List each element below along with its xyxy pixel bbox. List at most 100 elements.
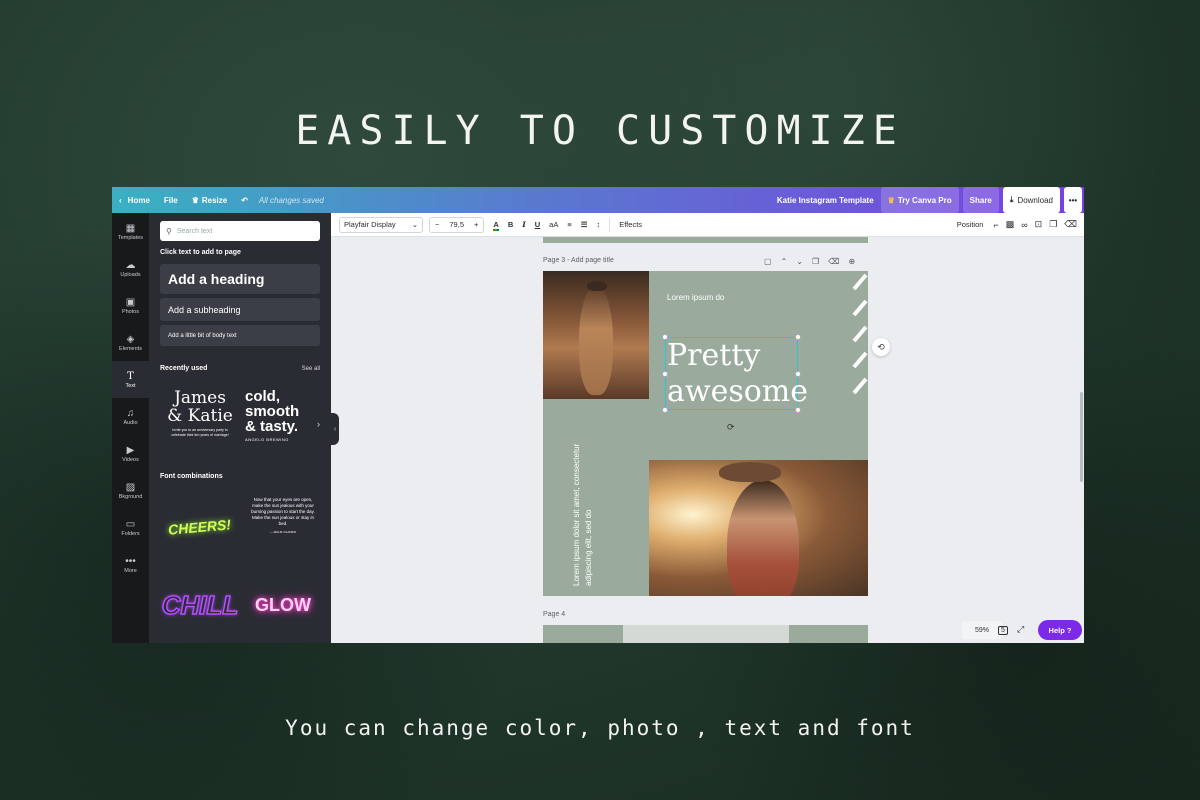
add-page-icon[interactable]: ⊕	[848, 257, 855, 266]
resize-handle[interactable]	[662, 407, 668, 413]
rotate-icon[interactable]: ⟳	[727, 422, 735, 433]
design-title[interactable]: Katie Instagram Template	[770, 187, 881, 213]
more-options-button[interactable]: •••	[1064, 187, 1082, 213]
rail-text[interactable]: T Text	[112, 361, 149, 398]
letter-case-button[interactable]: aA	[549, 220, 558, 229]
resize-handle[interactable]	[795, 334, 801, 340]
rail-label: Folders	[121, 530, 140, 537]
text-toolbar: Playfair Display ⌄ − 79,5 + A B I U aA ≡…	[331, 213, 1084, 237]
video-icon: ▶	[126, 444, 135, 456]
see-all-link[interactable]: See all	[302, 366, 320, 372]
font-thumb-chill[interactable]: CHILL	[161, 573, 239, 637]
rail-audio[interactable]: ♫ Audio	[112, 398, 149, 435]
thumb-text: & Katie	[167, 406, 233, 426]
page-4-canvas[interactable]	[543, 625, 868, 643]
italic-button[interactable]: I	[522, 220, 526, 229]
rail-videos[interactable]: ▶ Videos	[112, 435, 149, 472]
help-button[interactable]: Help ?	[1038, 620, 1082, 640]
duplicate-page-icon[interactable]: ❐	[812, 257, 819, 266]
chevron-up-icon[interactable]: ⌃	[781, 257, 788, 266]
home-button[interactable]: ‹ Home	[112, 187, 157, 213]
rail-label: Templates	[117, 234, 144, 241]
thumb-text: Now that your eyes are open, make the su…	[251, 497, 315, 526]
undo-button[interactable]: ↶	[234, 187, 255, 213]
font-thumb-cold-smooth[interactable]: cold, smooth & tasty. ANGELO BREWING	[245, 389, 321, 469]
resize-handle[interactable]	[795, 407, 801, 413]
rail-folders[interactable]: ▭ Folders	[112, 509, 149, 546]
lorem-top-text[interactable]: Lorem ipsum do	[667, 293, 724, 302]
resize-handle[interactable]	[795, 371, 801, 377]
page-4-title[interactable]: Page 4	[543, 611, 565, 618]
rail-elements[interactable]: ◈ Elements	[112, 324, 149, 361]
resize-handle[interactable]	[662, 334, 668, 340]
link-icon[interactable]: ∞	[1021, 220, 1027, 230]
delete-page-icon[interactable]: ⌫	[828, 257, 839, 266]
font-size-increase[interactable]: +	[469, 220, 483, 229]
page-3-canvas[interactable]: Lorem ipsum do Pretty awesome ⟳ Lorem ip…	[543, 271, 868, 596]
rail-templates[interactable]: ▦ Templates	[112, 213, 149, 250]
zoom-level[interactable]: 59%	[962, 621, 1002, 639]
rail-background[interactable]: ▨ Bkground	[112, 472, 149, 509]
page-4-photo[interactable]	[623, 625, 789, 643]
rail-uploads[interactable]: ☁ Uploads	[112, 250, 149, 287]
list-icon[interactable]: ☰	[581, 220, 588, 229]
font-thumb-sun-quote[interactable]: Now that your eyes are open, make the su…	[245, 497, 321, 557]
add-heading-button[interactable]: Add a heading	[160, 264, 320, 294]
try-canva-pro-button[interactable]: ♛ Try Canva Pro	[880, 187, 959, 213]
font-size-decrease[interactable]: −	[430, 220, 444, 229]
recently-used-label: Recently used	[160, 365, 208, 372]
add-body-button[interactable]: Add a little bit of body text	[160, 325, 320, 346]
rail-photos[interactable]: ▣ Photos	[112, 287, 149, 324]
photo-figure	[579, 285, 613, 395]
refresh-icon[interactable]: ⟲	[872, 338, 890, 356]
file-menu[interactable]: File	[157, 187, 185, 213]
search-input[interactable]: ⚲ Search text	[160, 221, 320, 241]
text-color-button[interactable]: A	[493, 220, 499, 231]
resize-button[interactable]: ♛ Resize	[185, 187, 235, 213]
diagonal-stripes-decoration	[852, 273, 868, 395]
rail-label: Uploads	[120, 271, 141, 278]
selected-heading-text[interactable]: Pretty awesome	[662, 334, 808, 413]
font-thumb-glow[interactable]: GLOW	[245, 573, 321, 637]
download-button[interactable]: ⤓ Download	[1002, 187, 1060, 213]
font-thumb-james-katie[interactable]: James & Katie Invite you to an anniversa…	[161, 389, 239, 469]
upload-icon: ☁	[125, 259, 136, 271]
photo-icon: ▣	[125, 296, 136, 308]
lock-icon[interactable]: ⊡	[1035, 219, 1043, 230]
bold-button[interactable]: B	[508, 220, 513, 229]
duplicate-icon[interactable]: ❐	[1049, 219, 1057, 230]
font-size-value[interactable]: 79,5	[444, 220, 469, 229]
note-icon[interactable]: ▢	[764, 257, 772, 266]
font-family-select[interactable]: Playfair Display ⌄	[339, 216, 423, 233]
text-icon: T	[127, 370, 134, 382]
canvas-scrollbar[interactable]	[1080, 392, 1083, 482]
crown-icon: ♛	[191, 195, 199, 205]
text-panel: ⚲ Search text Click text to add to page …	[149, 213, 331, 643]
page-3-title[interactable]: Page 3 - Add page title	[543, 257, 614, 264]
effects-button[interactable]: Effects	[619, 220, 642, 229]
underline-button[interactable]: U	[535, 220, 540, 229]
page-count-icon[interactable]: 5	[998, 624, 1008, 635]
woman-hat-photo[interactable]	[543, 271, 649, 399]
font-thumb-cheers[interactable]: CHEERS!	[161, 495, 239, 559]
trash-icon[interactable]: ⌫	[1064, 219, 1077, 230]
chevron-down-icon[interactable]: ⌄	[796, 257, 803, 266]
fullscreen-icon[interactable]: ⤢	[1017, 624, 1024, 635]
position-button[interactable]: Position	[957, 220, 984, 229]
search-placeholder: Search text	[176, 227, 213, 235]
rail-more[interactable]: ••• More	[112, 546, 149, 583]
paint-format-icon[interactable]: ⌐	[993, 220, 998, 230]
crown-icon: ♛	[887, 195, 895, 205]
transparency-icon[interactable]: ▩	[1006, 219, 1015, 230]
spacing-icon[interactable]: ↕	[596, 220, 600, 229]
align-icon[interactable]: ≡	[567, 220, 571, 229]
add-subheading-button[interactable]: Add a subheading	[160, 298, 320, 321]
vertical-body-text[interactable]: Lorem ipsum dolor sit amet, consectetur …	[571, 426, 611, 586]
woman-portrait-photo[interactable]	[649, 460, 868, 596]
share-button[interactable]: Share	[962, 187, 999, 213]
download-label: Download	[1017, 195, 1053, 205]
chevron-right-icon[interactable]: ›	[317, 419, 320, 429]
resize-handle[interactable]	[662, 371, 668, 377]
rail-label: Audio	[123, 419, 138, 426]
collapse-panel-button[interactable]: ‹	[331, 413, 339, 445]
